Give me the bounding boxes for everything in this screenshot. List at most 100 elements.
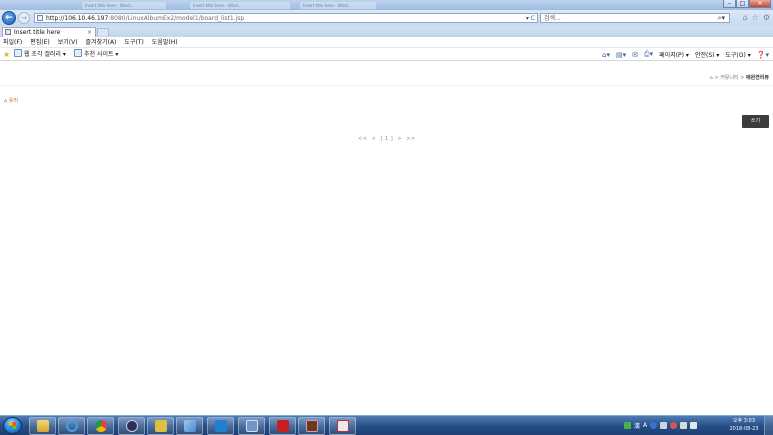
browser-top-icons: ⌂ ☆ ⚙ — [743, 13, 770, 23]
close-icon[interactable]: × — [87, 28, 92, 37]
write-button[interactable]: 쓰기 — [742, 115, 769, 128]
background-tab[interactable]: Insert title here - Wind... — [82, 2, 166, 9]
taskbar-app[interactable] — [329, 417, 356, 435]
mail-icon[interactable]: ✉ — [632, 51, 638, 59]
minimize-button[interactable]: – — [723, 0, 736, 8]
clock[interactable]: 오후 3:03 2018-08-23 — [726, 417, 762, 434]
current-page[interactable]: [ 1 ] — [380, 136, 393, 142]
pagination: << < [ 1 ] > >> — [358, 136, 416, 142]
taskbar-visual-studio-code[interactable] — [207, 417, 234, 435]
first-page-link[interactable]: << — [358, 136, 367, 142]
title-bar: Insert title here - Wind... Insert title… — [0, 0, 773, 10]
divider — [0, 85, 773, 86]
menu-favorites[interactable]: 즐겨찾기(A) — [86, 37, 117, 47]
background-tab[interactable]: Insert title here - Wind... — [190, 2, 290, 9]
page-icon — [5, 29, 11, 35]
app-icon — [336, 420, 349, 432]
close-window-button[interactable]: ✕ — [749, 0, 771, 8]
web-slice-label: 웹 조각 갤러리 ▾ — [24, 51, 66, 58]
ime-mode-icon[interactable]: A — [643, 422, 647, 429]
tab-row: Insert title here × — [0, 26, 773, 37]
web-slice-icon — [14, 49, 22, 57]
network-app-icon — [245, 420, 258, 432]
tools-menu[interactable]: 도구(O) ▾ — [725, 50, 750, 59]
taskbar-app[interactable] — [118, 417, 145, 435]
web-slice-gallery-link[interactable]: 웹 조각 갤러리 ▾ — [14, 48, 66, 61]
page-menu[interactable]: 페이지(P) ▾ — [659, 50, 689, 59]
breadcrumb: ⌂ > 커뮤니티 > 애완견리뷰 — [710, 74, 769, 81]
prev-page-link[interactable]: < — [372, 136, 377, 142]
url-text: http://106.10.46.197:8080/LinuxAlbumEx2/… — [46, 14, 244, 23]
app-icon — [305, 420, 318, 432]
forward-arrow-icon: → — [21, 14, 27, 22]
favorites-bar: ★ 웹 조각 갤러리 ▾ 추천 사이트 ▾ ⌂▾ ▤▾ ✉ ⎙▾ 페이지(P) … — [0, 48, 773, 61]
taskbar: 漢 A 오후 3:03 2018-08-23 — [0, 415, 773, 435]
maximize-button[interactable]: □ — [736, 0, 749, 8]
refresh-icon[interactable]: ▾ C — [526, 14, 535, 23]
gear-icon[interactable]: ⚙ — [763, 13, 770, 23]
help-icon[interactable]: ❓▾ — [757, 51, 769, 59]
internet-explorer-icon — [65, 420, 78, 432]
app-icon — [154, 420, 167, 432]
breadcrumb-path: > 커뮤니티 > — [712, 75, 746, 81]
start-button[interactable] — [3, 417, 22, 434]
search-placeholder: 검색... — [544, 15, 561, 22]
print-icon[interactable]: ⎙▾ — [644, 50, 653, 59]
url-host: http://106.10.46.197 — [46, 15, 109, 22]
back-arrow-icon: ← — [5, 13, 13, 23]
url-input[interactable]: http://106.10.46.197:8080/LinuxAlbumEx2/… — [34, 13, 538, 23]
favorites-star-icon[interactable]: ★ — [3, 49, 10, 60]
new-tab-button[interactable] — [97, 28, 109, 36]
page-content: ⌂ > 커뮤니티 > 애완견리뷰 ⌂ 유리 쓰기 << < [ 1 ] > >> — [0, 61, 773, 415]
home-icon[interactable]: ⌂ — [743, 13, 748, 23]
network-icon[interactable] — [680, 422, 688, 429]
menu-help[interactable]: 도움말(H) — [152, 37, 178, 47]
home-icon[interactable]: ⌂▾ — [602, 51, 610, 59]
menu-view[interactable]: 보기(V) — [58, 37, 78, 47]
background-tab[interactable]: Insert title here - Wind... — [300, 2, 376, 9]
settings-icon[interactable] — [660, 422, 668, 429]
search-input[interactable]: 검색... ⌕▾ — [540, 13, 730, 23]
taskbar-app[interactable] — [147, 417, 174, 435]
taskbar-app[interactable] — [298, 417, 325, 435]
rss-feed-icon[interactable]: ▤▾ — [616, 51, 626, 59]
search-icon[interactable]: ⌕▾ — [718, 14, 725, 23]
favorites-star-icon[interactable]: ☆ — [752, 13, 759, 23]
suggested-sites-link[interactable]: 추천 사이트 ▾ — [74, 48, 118, 61]
volume-icon[interactable] — [690, 422, 698, 429]
board-link-label: 유리 — [8, 98, 18, 104]
forward-button[interactable]: → — [18, 12, 30, 24]
tray-app-icon[interactable] — [670, 422, 678, 429]
chrome-icon — [94, 420, 107, 432]
system-tray: 漢 A — [624, 416, 726, 435]
ime-icon[interactable]: 漢 — [634, 421, 640, 430]
taskbar-filezilla[interactable] — [269, 417, 296, 435]
app-icon — [125, 420, 138, 432]
address-bar-row: ← → http://106.10.46.197:8080/LinuxAlbum… — [0, 10, 773, 26]
breadcrumb-current: 애완견리뷰 — [745, 75, 769, 81]
show-desktop-button[interactable] — [764, 416, 773, 435]
tray-app-icon[interactable] — [624, 422, 631, 429]
back-button[interactable]: ← — [2, 11, 16, 25]
taskbar-explorer[interactable] — [29, 417, 56, 435]
taskbar-app[interactable] — [238, 417, 265, 435]
menu-file[interactable]: 파일(F) — [3, 37, 22, 47]
window-controls: – □ ✕ — [723, 0, 771, 9]
suggested-sites-icon — [74, 49, 82, 57]
safety-menu[interactable]: 안전(S) ▾ — [695, 50, 719, 59]
menu-tools[interactable]: 도구(T) — [124, 37, 143, 47]
command-bar: ⌂▾ ▤▾ ✉ ⎙▾ 페이지(P) ▾ 안전(S) ▾ 도구(O) ▾ ❓▾ — [602, 48, 769, 61]
taskbar-internet-explorer[interactable] — [58, 417, 85, 435]
clock-date: 2018-08-23 — [729, 426, 759, 432]
folder-icon — [36, 420, 49, 432]
menu-edit[interactable]: 편집(E) — [30, 37, 50, 47]
app-icon — [183, 420, 196, 432]
tab-active[interactable]: Insert title here × — [2, 27, 96, 37]
next-page-link[interactable]: > — [397, 136, 402, 142]
taskbar-app[interactable] — [176, 417, 203, 435]
last-page-link[interactable]: >> — [406, 136, 415, 142]
help-icon[interactable] — [650, 422, 658, 429]
url-path: :8080/LinuxAlbumEx2/model1/board_list1.j… — [108, 15, 245, 22]
board-link[interactable]: ⌂ 유리 — [4, 97, 18, 104]
taskbar-chrome[interactable] — [87, 417, 114, 435]
